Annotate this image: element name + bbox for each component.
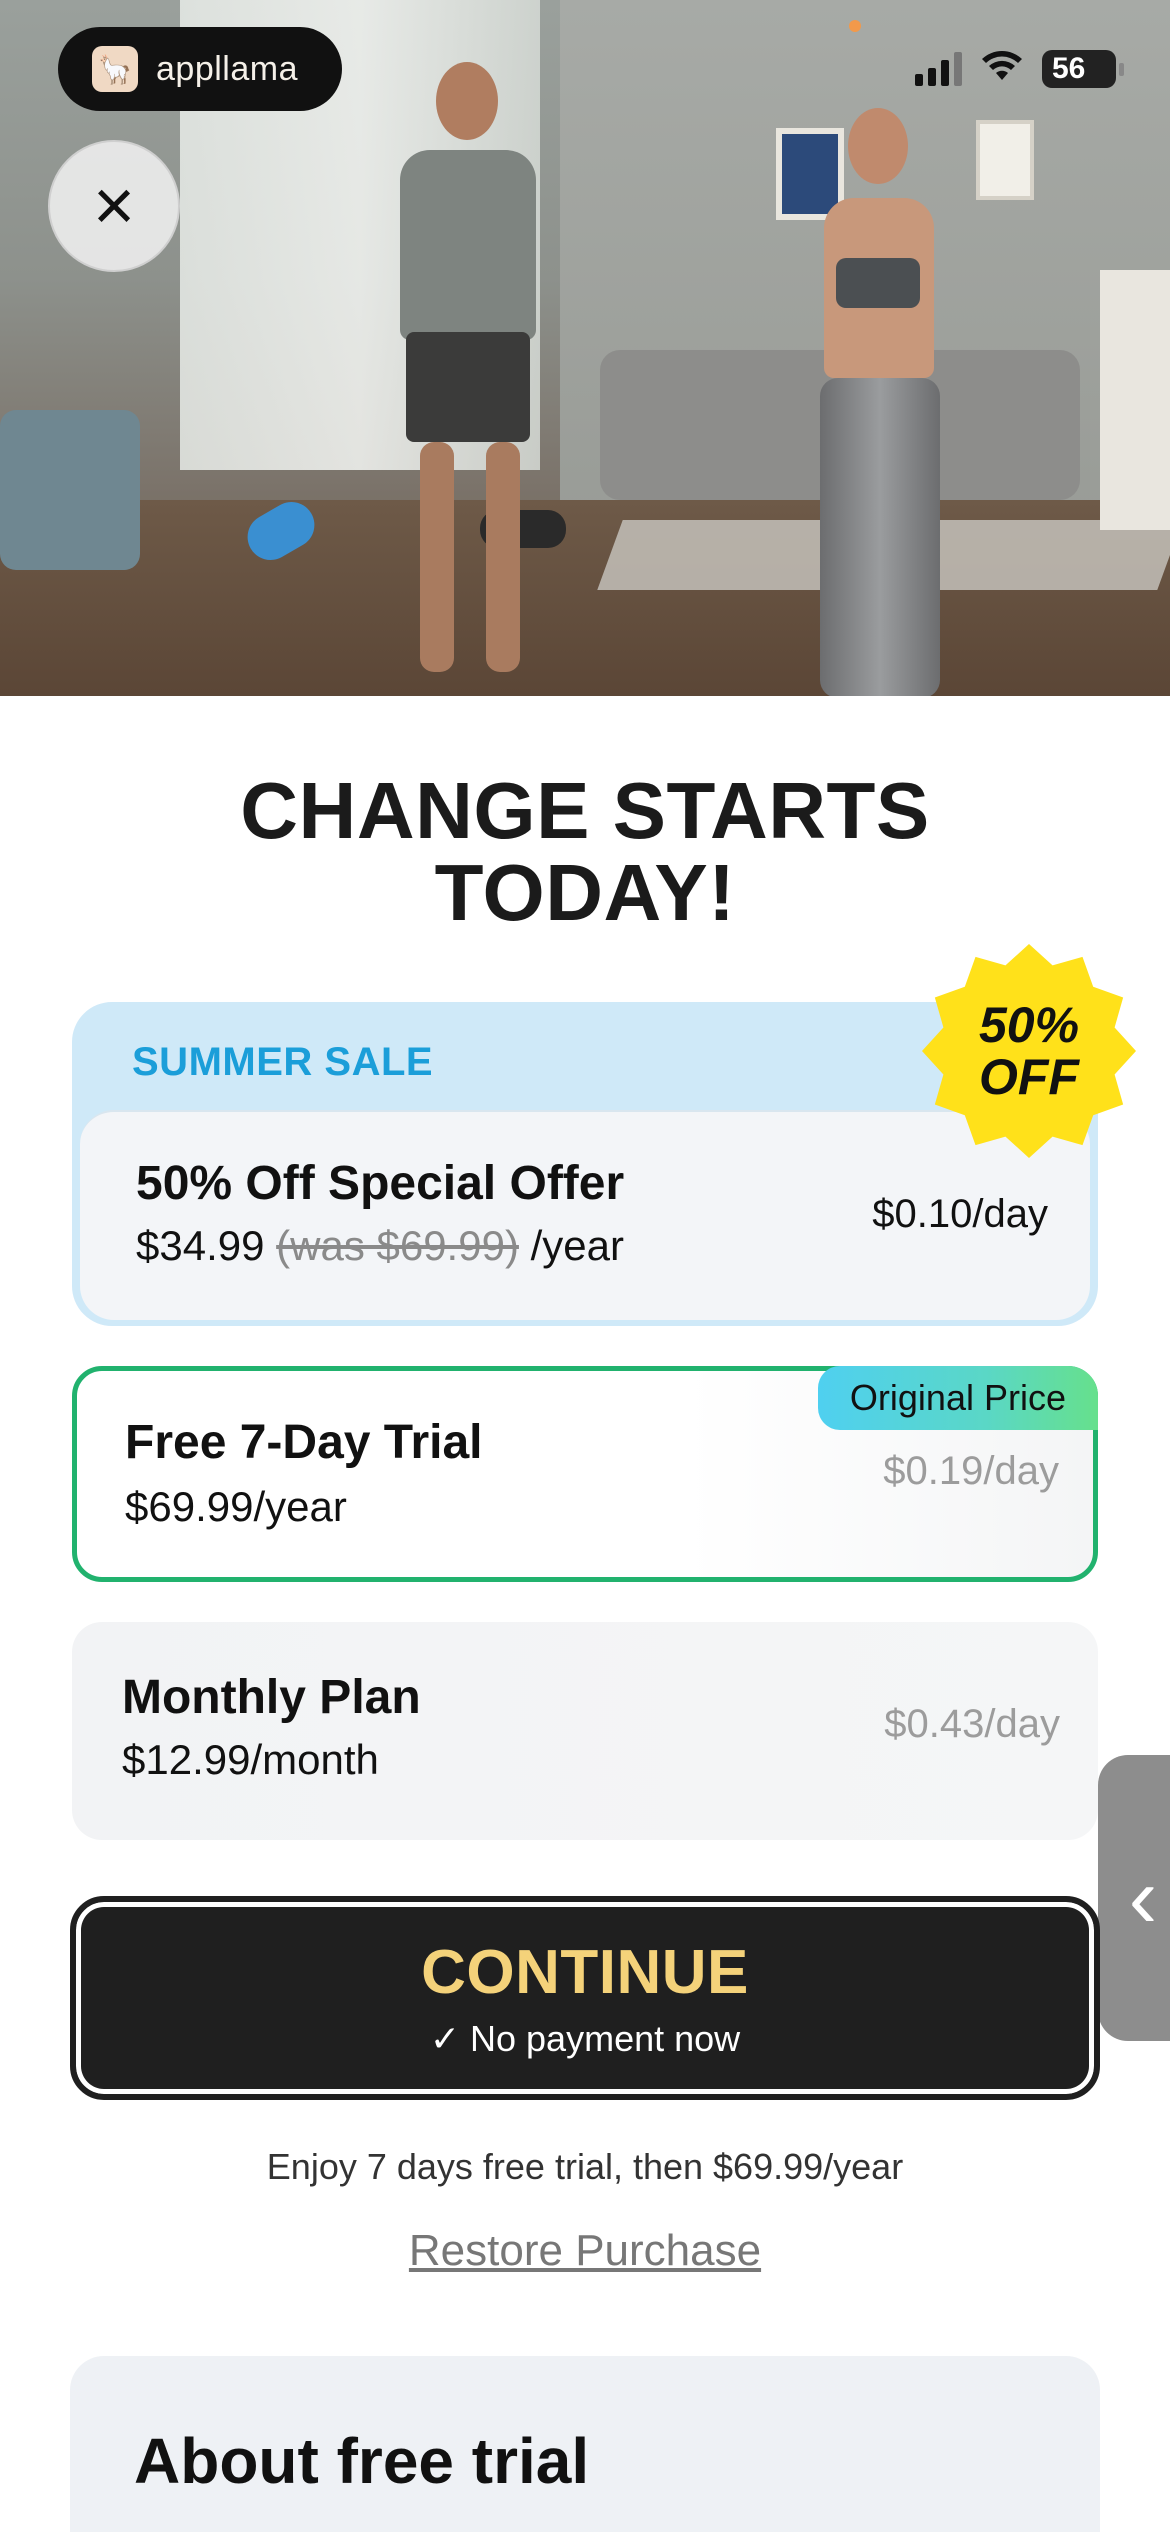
discount-badge-line1: 50%: [978, 997, 1080, 1053]
privacy-indicator: [849, 20, 861, 32]
chevron-left-icon: ‹: [1128, 1849, 1158, 1946]
plan-price-period: /year: [530, 1222, 624, 1269]
continue-label: CONTINUE: [421, 1937, 749, 2007]
hero-woman: [800, 108, 960, 696]
close-icon: ×: [92, 166, 136, 246]
plan-price: $12.99/month: [122, 1736, 379, 1783]
plan-card-free-trial[interactable]: Original Price Free 7-Day Trial $69.99/y…: [72, 1366, 1098, 1582]
plan-card-monthly[interactable]: Monthly Plan $12.99/month $0.43/day: [72, 1622, 1098, 1840]
continue-button[interactable]: CONTINUE ✓ No payment now: [70, 1896, 1100, 2100]
plan-price: $34.99 (was $69.99) /year: [136, 1222, 624, 1270]
status-bar: 56: [915, 48, 1124, 89]
battery-icon: 56: [1042, 49, 1124, 88]
wifi-icon: [980, 48, 1024, 89]
plan-price: $69.99/year: [125, 1483, 347, 1530]
brand-pill: 🦙 appllama: [58, 27, 342, 111]
page-title-line1: CHANGE STARTS: [240, 766, 930, 855]
plan-price-current: $34.99: [136, 1222, 265, 1269]
discount-badge-line2: OFF: [979, 1049, 1079, 1105]
plan-title: Free 7-Day Trial: [125, 1416, 483, 1469]
hero-picture-frame: [976, 120, 1034, 200]
restore-purchase-link[interactable]: Restore Purchase: [0, 2226, 1170, 2276]
about-free-trial-card: About free trial: [70, 2356, 1100, 2532]
cellular-signal-icon: [915, 51, 962, 86]
page-title-line2: TODAY!: [434, 848, 736, 937]
sale-card-body: 50% Off Special Offer $34.99 (was $69.99…: [80, 1110, 1090, 1320]
original-price-badge: Original Price: [817, 1366, 1098, 1430]
plan-price-was: (was $69.99): [276, 1222, 519, 1269]
continue-sublabel: ✓ No payment now: [429, 2017, 741, 2059]
plan-per-day: $0.19/day: [883, 1449, 1059, 1493]
sale-label: SUMMER SALE: [132, 1040, 434, 1084]
hero-man: [380, 62, 560, 682]
trial-note: Enjoy 7 days free trial, then $69.99/yea…: [266, 2146, 904, 2187]
page-title: CHANGE STARTS TODAY!: [0, 770, 1170, 934]
plan-per-day: $0.43/day: [884, 1702, 1060, 1746]
about-title: About free trial: [134, 2425, 590, 2497]
hero-armchair: [0, 410, 140, 570]
plan-title: 50% Off Special Offer: [136, 1157, 625, 1210]
side-drawer-tab[interactable]: ‹: [1098, 1755, 1170, 2041]
plan-per-day: $0.10/day: [872, 1192, 1048, 1236]
plan-title: Monthly Plan: [122, 1671, 421, 1724]
brand-name: appllama: [156, 49, 298, 88]
close-button[interactable]: ×: [48, 140, 180, 272]
hero-shelf: [1100, 270, 1170, 530]
llama-logo-icon: 🦙: [92, 46, 138, 92]
